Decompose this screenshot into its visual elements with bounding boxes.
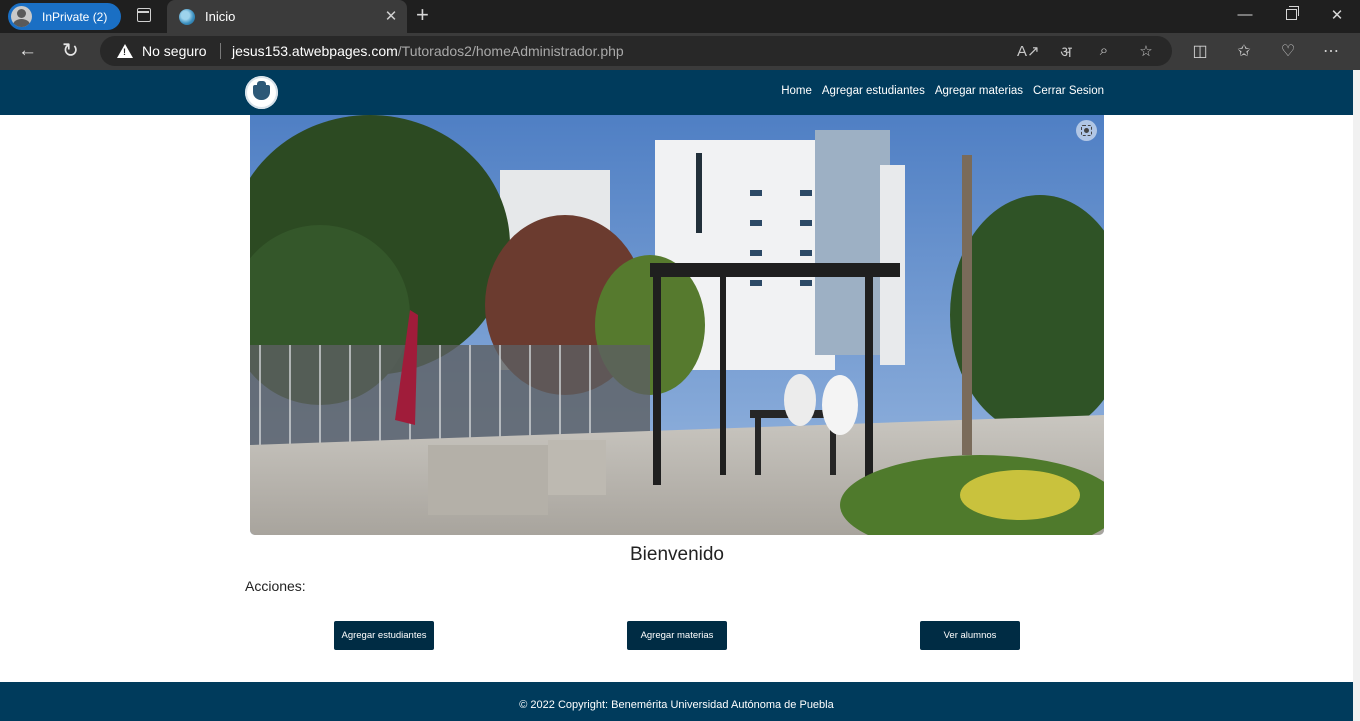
browser-toolbar: ← ↻ No seguro jesus153.atwebpages.com/Tu… xyxy=(0,33,1360,70)
menu-agregar-materias[interactable]: Agregar materias xyxy=(935,85,1023,97)
address-divider xyxy=(220,43,221,59)
favorite-star-icon[interactable]: ☆ xyxy=(1135,42,1157,60)
campus-photo-illustration xyxy=(250,115,1104,535)
favorites-icon[interactable]: ✩ xyxy=(1232,41,1256,61)
site-favicon-icon xyxy=(179,8,195,25)
address-bar[interactable]: No seguro jesus153.atwebpages.com/Tutora… xyxy=(100,36,1172,66)
browser-tab-bar: InPrivate (2) Inicio ✕ + — ✕ xyxy=(0,0,1360,33)
inprivate-profile-button[interactable]: InPrivate (2) xyxy=(8,3,121,30)
url-path: /Tutorados2/homeAdministrador.php xyxy=(397,43,624,59)
page-scrollbar[interactable] xyxy=(1353,70,1360,721)
zoom-icon[interactable]: ⌕ xyxy=(1093,42,1115,59)
read-aloud-icon[interactable]: A↗ xyxy=(1017,42,1040,60)
welcome-heading: Bienvenido xyxy=(629,544,725,565)
refresh-icon[interactable]: ↻ xyxy=(62,38,79,63)
restore-icon xyxy=(1285,6,1299,20)
close-window-button[interactable]: ✕ xyxy=(1322,6,1352,24)
url-host: jesus153.atwebpages.com xyxy=(232,43,398,59)
site-footer: © 2022 Copyright: Benemérita Universidad… xyxy=(0,682,1353,721)
active-tab[interactable]: Inicio ✕ xyxy=(167,0,407,33)
restore-button[interactable] xyxy=(1276,6,1306,23)
ver-alumnos-button[interactable]: Ver alumnos xyxy=(920,621,1020,650)
browser-essentials-icon[interactable]: ♡ xyxy=(1276,41,1300,61)
menu-home[interactable]: Home xyxy=(781,85,812,97)
security-status[interactable]: No seguro xyxy=(142,43,207,59)
more-menu-icon[interactable]: ⋯ xyxy=(1319,41,1343,61)
buap-logo[interactable] xyxy=(245,76,278,109)
split-screen-icon[interactable]: ◫ xyxy=(1188,41,1212,61)
menu-agregar-estudiantes[interactable]: Agregar estudiantes xyxy=(822,85,925,97)
copyright-text: © 2022 Copyright: Benemérita Universidad… xyxy=(519,699,834,711)
agregar-estudiantes-button[interactable]: Agregar estudiantes xyxy=(334,621,434,650)
translate-icon[interactable]: अ xyxy=(1055,42,1077,62)
tab-actions-icon[interactable] xyxy=(137,8,151,22)
new-tab-button[interactable]: + xyxy=(416,4,429,26)
tab-title: Inicio xyxy=(205,9,236,24)
profile-label: InPrivate (2) xyxy=(42,9,108,24)
minimize-button[interactable]: — xyxy=(1230,6,1260,23)
campus-photo xyxy=(250,115,1104,535)
tab-close-icon[interactable]: ✕ xyxy=(383,7,399,25)
agregar-materias-button[interactable]: Agregar materias xyxy=(627,621,727,650)
actions-label: Acciones: xyxy=(245,578,306,594)
site-navbar: Home Agregar estudiantes Agregar materia… xyxy=(0,70,1353,115)
back-arrow-icon[interactable]: ← xyxy=(18,40,37,62)
menu-cerrar-sesion[interactable]: Cerrar Sesion xyxy=(1033,85,1104,97)
warning-icon[interactable] xyxy=(117,44,133,58)
url-text[interactable]: jesus153.atwebpages.com/Tutorados2/homeA… xyxy=(232,43,624,59)
main-menu: Home Agregar estudiantes Agregar materia… xyxy=(781,85,1104,97)
profile-avatar-icon xyxy=(11,6,32,27)
visual-search-icon[interactable] xyxy=(1076,120,1097,141)
